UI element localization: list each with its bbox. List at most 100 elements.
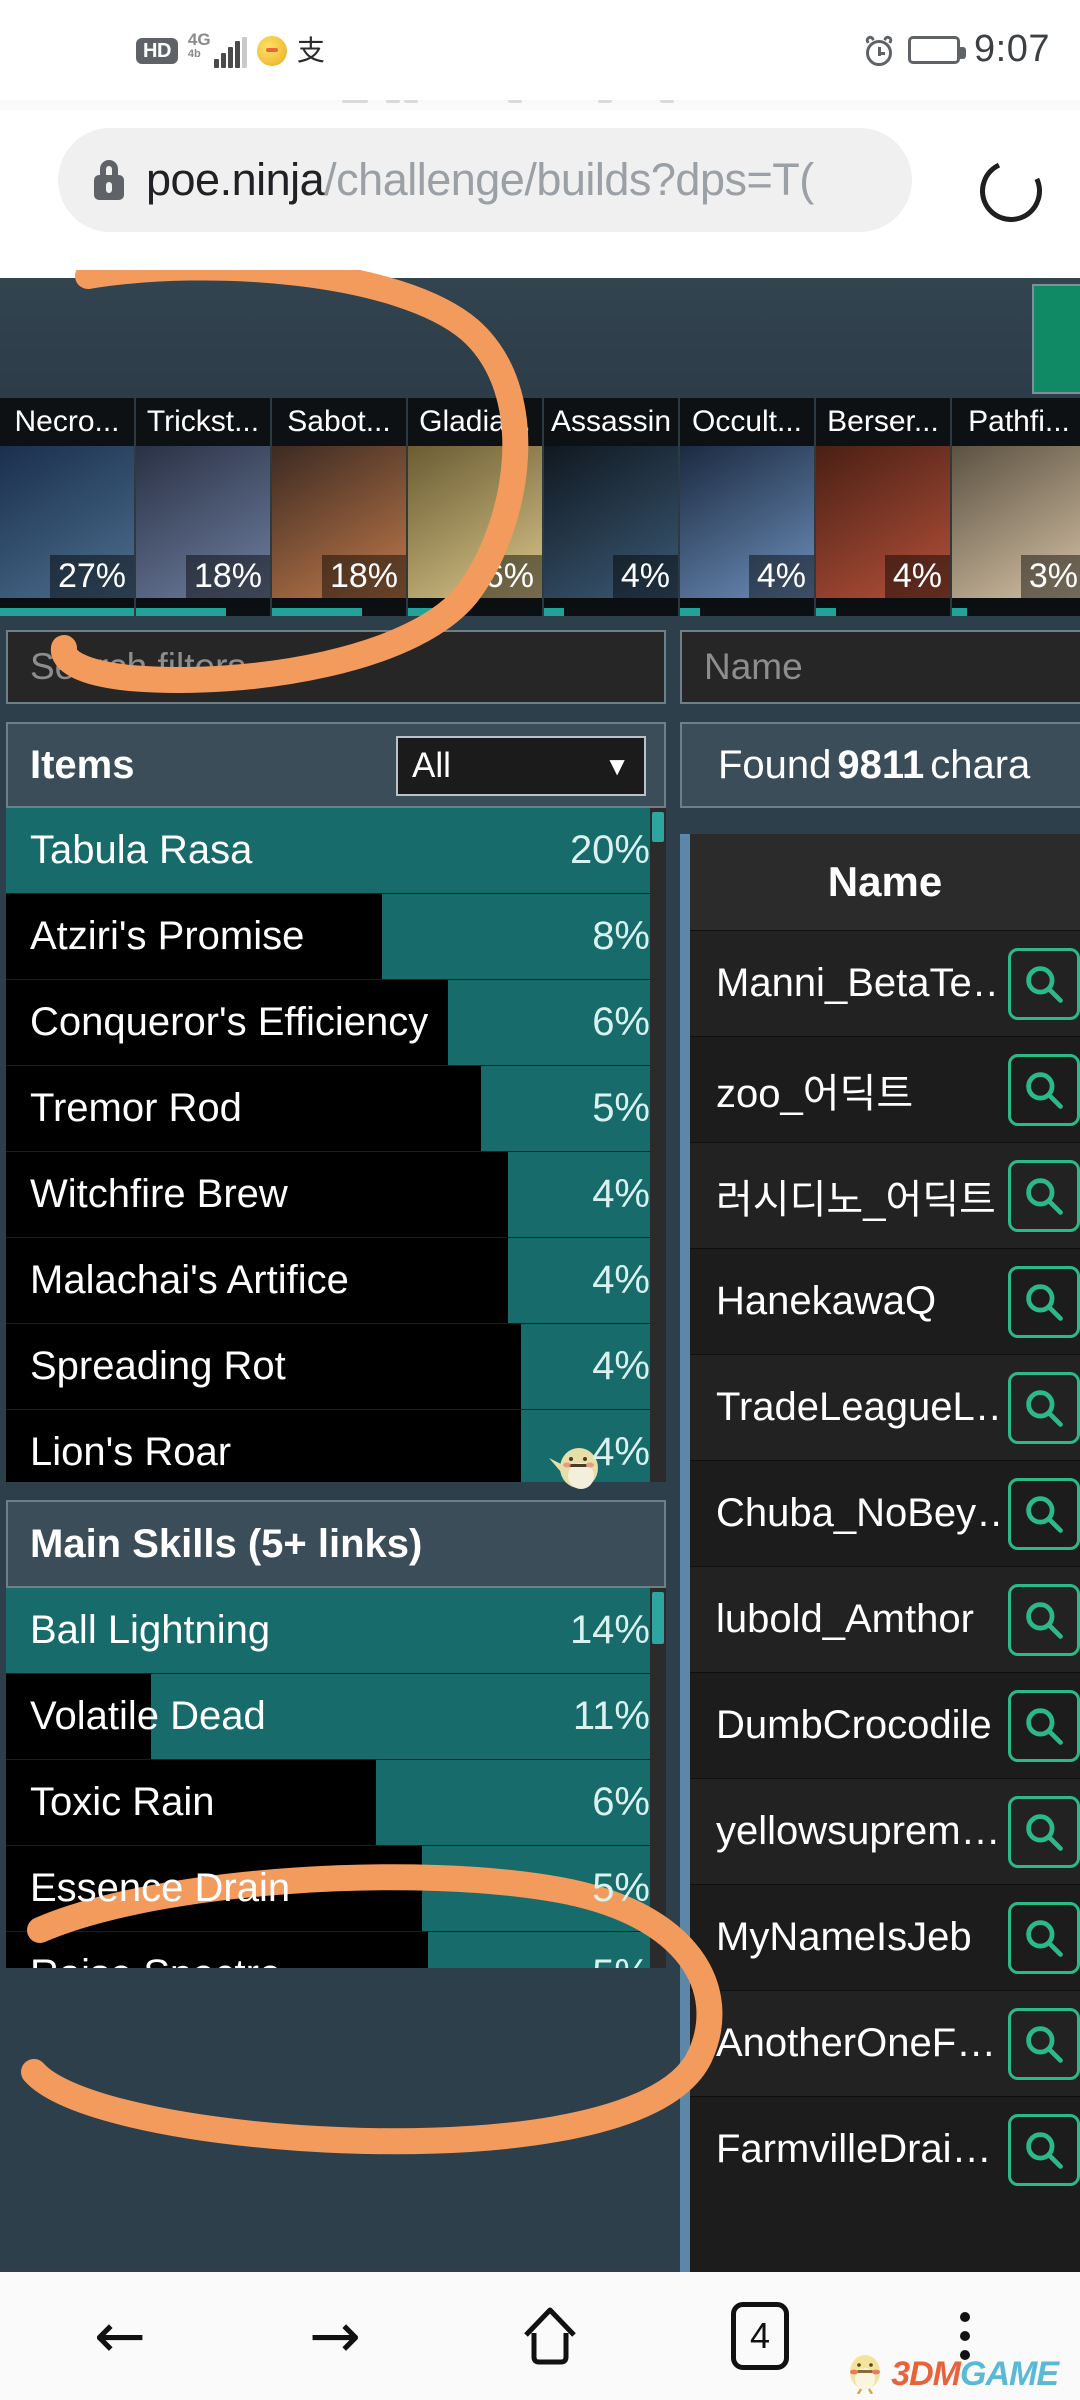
magnifier-icon[interactable]	[1008, 1477, 1080, 1550]
item-label: Spreading Rot	[30, 1344, 286, 1388]
character-row[interactable]: Chuba_NoBey…	[690, 1460, 1080, 1566]
search-filters-input[interactable]: Search filters...	[6, 630, 666, 704]
arrow-right-icon: →	[309, 2299, 361, 2372]
item-row[interactable]: Atziri's Promise 8%	[6, 894, 666, 980]
tab-count-badge: 4	[731, 2302, 789, 2370]
character-row[interactable]: AnotherOneF…	[690, 1990, 1080, 2096]
ascendancy-bar	[0, 608, 134, 616]
forward-button[interactable]: →	[275, 2298, 395, 2374]
character-row[interactable]: Manni_BetaTe…	[690, 930, 1080, 1036]
magnifier-icon[interactable]	[1008, 947, 1080, 1020]
ascendancy-name: Berser...	[816, 398, 950, 446]
ascendancy-card[interactable]: Pathfi... 3%	[952, 398, 1080, 616]
status-bar: HD 4G 4b 支 9:07	[0, 0, 1080, 100]
found-prefix: Found	[718, 742, 832, 787]
magnifier-icon[interactable]	[1008, 1053, 1080, 1126]
back-button[interactable]: ←	[60, 2298, 180, 2374]
magnifier-icon[interactable]	[1008, 2007, 1080, 2080]
home-button[interactable]	[490, 2298, 610, 2374]
item-label: Witchfire Brew	[30, 1172, 288, 1216]
ascendancy-card[interactable]: Gladia... 6%	[408, 398, 544, 616]
character-row[interactable]: DumbCrocodile	[690, 1672, 1080, 1778]
magnifier-icon[interactable]	[1008, 2113, 1080, 2186]
character-name: HanekawaQ	[716, 1279, 937, 1323]
item-percent: 4%	[592, 1172, 650, 1216]
ascendancy-card[interactable]: Occult... 4%	[680, 398, 816, 616]
item-percent: 5%	[592, 1086, 650, 1130]
skill-percent: 5%	[592, 1952, 666, 1968]
character-row[interactable]: FarmvilleDrai…	[690, 2096, 1080, 2202]
magnifier-icon[interactable]	[1008, 1265, 1080, 1338]
watermark-chick-icon	[850, 2355, 881, 2394]
skill-row[interactable]: Essence Drain 5%	[6, 1846, 666, 1932]
magnifier-icon[interactable]	[1008, 1901, 1080, 1974]
magnifier-icon[interactable]	[1008, 1583, 1080, 1656]
character-row[interactable]: yellowsuprem…	[690, 1778, 1080, 1884]
ascendancy-card[interactable]: Berser... 4%	[816, 398, 952, 616]
character-name: MyNameIsJeb	[716, 1915, 972, 1959]
item-percent: 20%	[569, 828, 650, 872]
item-label: Tremor Rod	[30, 1086, 242, 1130]
url-bar[interactable]: poe.ninja/challenge/builds?dps=T(	[58, 128, 912, 232]
browser-bottom-nav: ← → 4 3DMGAME	[0, 2272, 1080, 2400]
character-name: Chuba_NoBey…	[716, 1491, 1000, 1535]
status-bar-right-icons: 9:07	[864, 28, 1050, 71]
ascendancy-percent: 18%	[321, 554, 406, 598]
header-green-button[interactable]	[1032, 284, 1080, 394]
magnifier-icon[interactable]	[1008, 1689, 1080, 1762]
prev-tab-hint	[0, 96, 1080, 108]
character-row[interactable]: zoo_어딕트	[690, 1036, 1080, 1142]
character-row[interactable]: 러시디노_어딕트	[690, 1142, 1080, 1248]
item-row[interactable]: Spreading Rot 4%	[6, 1324, 666, 1410]
characters-table: Name Manni_BetaTe… zoo_어딕트 러시디노_어딕트 Hane…	[680, 834, 1080, 2272]
skills-panel-title: Main Skills (5+ links)	[30, 1521, 423, 1566]
watermark: 3DMGAME	[843, 2348, 1059, 2394]
magnifier-icon[interactable]	[1008, 1159, 1080, 1232]
chevron-down-icon: ▼	[604, 750, 630, 781]
status-bar-left-icons: HD 4G 4b 支	[136, 31, 325, 68]
ascendancy-percent: 4%	[884, 554, 950, 598]
items-filter-dropdown[interactable]: All ▼	[396, 736, 646, 796]
skill-row[interactable]: Ball Lightning 14%	[6, 1588, 666, 1674]
items-list[interactable]: Tabula Rasa 20% Atziri's Promise 8% Conque…	[6, 808, 666, 1482]
character-row[interactable]: lubold_Amthor	[690, 1566, 1080, 1672]
ascendancy-name: Sabot...	[272, 398, 406, 446]
item-row[interactable]: Malachai's Artifice 4%	[6, 1238, 666, 1324]
tab-switcher-button[interactable]: 4	[700, 2298, 820, 2374]
items-filter-value: All	[412, 746, 451, 785]
magnifier-icon[interactable]	[1008, 1795, 1080, 1868]
skill-row[interactable]: Toxic Rain 6%	[6, 1760, 666, 1846]
skill-label: Raise Spectre	[6, 1952, 281, 1968]
skill-label: Volatile Dead	[30, 1694, 266, 1738]
item-row[interactable]: Witchfire Brew 4%	[6, 1152, 666, 1238]
item-row[interactable]: Tremor Rod 5%	[6, 1066, 666, 1152]
reload-icon[interactable]	[971, 151, 1051, 231]
character-row[interactable]: TradeLeagueL…	[690, 1354, 1080, 1460]
ascendancy-bar	[544, 608, 678, 616]
found-count: 9811	[837, 742, 925, 787]
character-row[interactable]: MyNameIsJeb	[690, 1884, 1080, 1990]
item-label: Malachai's Artifice	[30, 1258, 349, 1302]
ascendancy-bar	[816, 608, 950, 616]
ascendancy-card[interactable]: Sabot... 18%	[272, 398, 408, 616]
character-row[interactable]: HanekawaQ	[690, 1248, 1080, 1354]
item-row[interactable]: Conqueror's Efficiency 6%	[6, 980, 666, 1066]
page-header	[0, 278, 1080, 400]
ascendancy-class-strip: Necro... 27% Trickst... 18% Sabot... 18%…	[0, 398, 1080, 616]
browser-toolbar: poe.ninja/challenge/builds?dps=T(	[0, 110, 1080, 278]
ascendancy-card[interactable]: Trickst... 18%	[136, 398, 272, 616]
skill-row[interactable]: Volatile Dead 11%	[6, 1674, 666, 1760]
magnifier-icon[interactable]	[1008, 1371, 1080, 1444]
ascendancy-card[interactable]: Necro... 27%	[0, 398, 136, 616]
web-page-viewport: Necro... 27% Trickst... 18% Sabot... 18%…	[0, 278, 1080, 2272]
skill-row[interactable]: Raise Spectre 5%	[6, 1932, 666, 1968]
name-filter-input[interactable]: Name	[680, 630, 1080, 704]
ascendancy-card[interactable]: Assassin 4%	[544, 398, 680, 616]
found-characters-banner: Found 9811 chara	[680, 722, 1080, 808]
phone-screen: HD 4G 4b 支 9:07 poe.ninja/challenge/buil…	[0, 0, 1080, 2400]
watermark-text: 3DMGAME	[891, 2355, 1059, 2393]
ascendancy-percent: 27%	[49, 554, 134, 598]
ascendancy-bar	[136, 608, 270, 616]
skills-list[interactable]: Ball Lightning 14% Volatile Dead 11% Toxic…	[6, 1588, 666, 1968]
item-row[interactable]: Tabula Rasa 20%	[6, 808, 666, 894]
